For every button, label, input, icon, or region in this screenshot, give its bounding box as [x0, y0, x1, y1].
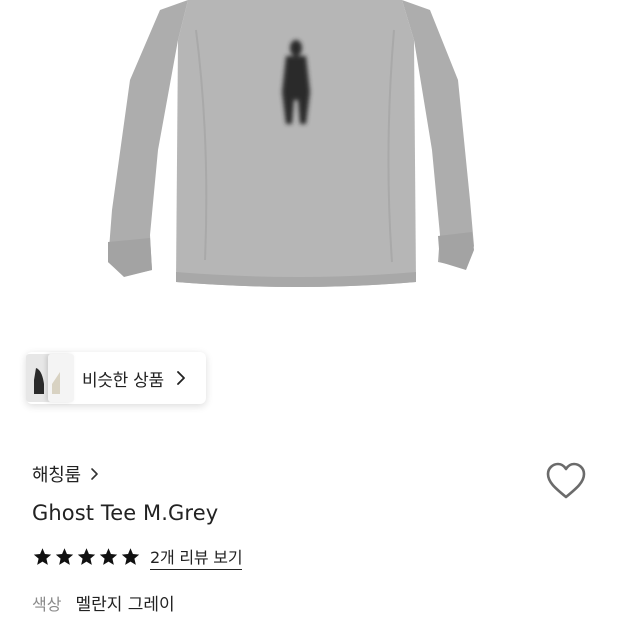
color-value: 멜란지 그레이 — [75, 595, 175, 615]
rating-row: 2개 리뷰 보기 — [32, 544, 243, 570]
star-filled-icon — [99, 548, 118, 565]
star-filled-icon — [55, 548, 74, 565]
similar-products-button[interactable]: 비슷한 상품 — [26, 352, 206, 404]
product-image[interactable] — [0, 0, 620, 330]
review-link[interactable]: 2개 리뷰 보기 — [150, 544, 243, 570]
heart-outline-icon[interactable] — [545, 461, 587, 501]
similar-thumbnails — [26, 352, 74, 404]
similar-products-label: 비슷한 상품 — [82, 370, 164, 391]
star-filled-icon — [33, 548, 52, 565]
similar-thumbnail — [48, 354, 74, 402]
brand-name: 해칭룸 — [32, 465, 81, 486]
rating-stars — [32, 547, 142, 567]
brand-link[interactable]: 해칭룸 — [32, 461, 101, 487]
color-label: 색상 — [32, 594, 62, 614]
product-title: Ghost Tee M.Grey — [32, 501, 219, 525]
star-filled-icon — [121, 548, 140, 565]
chevron-right-icon — [90, 468, 98, 480]
star-filled-icon — [77, 548, 96, 565]
chevron-right-icon — [176, 371, 185, 385]
color-option: 색상 멜란지 그레이 — [32, 590, 175, 616]
product-detail-page: 비슷한 상품 해칭룸 Ghost Tee M.Grey 2개 리뷰 보기 색상 … — [0, 0, 620, 620]
